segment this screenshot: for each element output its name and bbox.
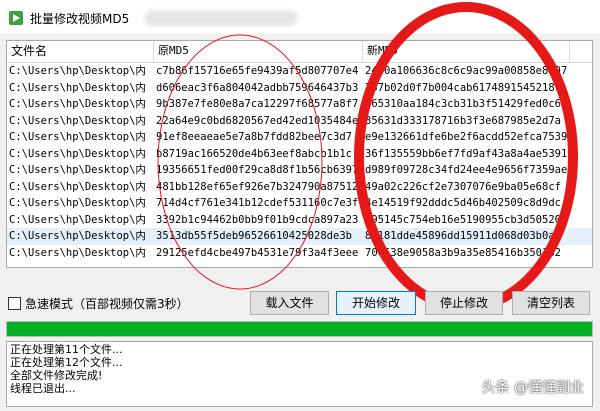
app-icon: [9, 11, 23, 25]
cell-filename: C:\Users\hp\Desktop\内: [9, 65, 146, 77]
clear-list-button[interactable]: 清空列表: [512, 291, 590, 315]
cell-extra: [570, 179, 592, 196]
cell-old-md5: 22a64e9c0bd6820567ed42ed1035484e: [156, 114, 359, 127]
table-row[interactable]: C:\Users\hp\Desktop\内 481bb128ef65ef926e7…: [7, 179, 592, 196]
cell-extra: [570, 96, 592, 113]
fast-mode-label: 急速模式（百部视频仅需3秒）: [25, 297, 189, 311]
cell-old-md5: 91ef8eeaeae5e7a8b7fdd82bee7c3d7: [156, 131, 352, 143]
cell-filename: C:\Users\hp\Desktop\内: [9, 81, 146, 94]
cell-new-md5: 36f135559bb6ef7fd9af43a8a4ae5391: [365, 147, 568, 160]
cell-old-md5: 29125efd4cbe497b4531e79f3a4f3eee: [156, 246, 359, 259]
cell-old-md5: c7b86f15716e65fe9439af5d807707e4: [156, 65, 359, 77]
title-bar: 批量修改视频MD5: [0, 0, 600, 34]
column-header-old-md5[interactable]: 原MD5: [154, 41, 363, 62]
cell-extra: [570, 195, 592, 212]
cell-new-md5: e9e132661dfe6be2f6acdd52efca7539: [365, 131, 568, 143]
window-title: 批量修改视频MD5: [30, 12, 130, 26]
table-row[interactable]: C:\Users\hp\Desktop\内 3392b1c94462b0bb9f0…: [7, 212, 592, 229]
table-row[interactable]: C:\Users\hp\Desktop\内 c7b86f15716e65fe943…: [7, 63, 592, 80]
stop-modify-button[interactable]: 停止修改: [425, 291, 503, 315]
cell-new-md5: 3e14519f92dddc5d46b402509c8d9dc: [365, 197, 561, 209]
table-row[interactable]: C:\Users\hp\Desktop\内 22a64e9c0bd6820567e…: [7, 113, 592, 130]
cell-extra: [570, 63, 592, 80]
cell-old-md5: 19356651fed00f29ca8d8f1b56cb6397: [156, 164, 359, 176]
cell-filename: C:\Users\hp\Desktop\内: [9, 114, 146, 127]
cell-filename: C:\Users\hp\Desktop\内: [9, 98, 146, 110]
cell-filename: C:\Users\hp\Desktop\内: [9, 164, 146, 176]
table-row[interactable]: C:\Users\hp\Desktop\内 714d4cf761e341b12cd…: [7, 195, 592, 212]
load-files-button[interactable]: 载入文件: [250, 291, 329, 315]
table-row[interactable]: C:\Users\hp\Desktop\内 b8719ac166520de4b63…: [7, 146, 592, 163]
cell-extra: [570, 146, 592, 163]
progress-fill: [7, 322, 592, 336]
cell-old-md5: 714d4cf761e341b12cdef531160c7e3f: [156, 197, 359, 209]
cell-filename: C:\Users\hp\Desktop\内: [9, 131, 146, 143]
log-line: 正在处理第12个文件...: [10, 356, 123, 369]
column-header-empty[interactable]: [570, 41, 592, 62]
log-output[interactable]: 正在处理第11个文件... 正在处理第12个文件... 全部文件修改完成! 线程已退出…: [6, 341, 593, 407]
cell-new-md5: 2420a106636c8c6c9ac99a00858e8b97: [365, 65, 568, 77]
table-row[interactable]: C:\Users\hp\Desktop\内 29125efd4cbe497b453…: [7, 245, 592, 262]
cell-extra: [570, 245, 592, 262]
table-row[interactable]: C:\Users\hp\Desktop\内 19356651fed00f29ca8…: [7, 162, 592, 179]
cell-filename: C:\Users\hp\Desktop\内: [9, 180, 146, 193]
cell-new-md5: 757b02d0f7b004cab61748915452187: [365, 81, 561, 94]
table-body: C:\Users\hp\Desktop\内 c7b86f15716e65fe943…: [7, 63, 592, 261]
cell-extra: [570, 212, 592, 229]
column-header-filename[interactable]: 文件名: [7, 41, 154, 62]
cell-filename: C:\Users\hp\Desktop\内: [9, 246, 146, 259]
cell-filename: C:\Users\hp\Desktop\内: [9, 197, 146, 209]
table-row[interactable]: C:\Users\hp\Desktop\内 91ef8eeaeae5e7a8b7f…: [7, 129, 592, 146]
cell-extra: [570, 228, 592, 245]
cell-old-md5: d606eac3f6a804042adbb759646437b3: [156, 81, 359, 94]
cell-new-md5: 35631d333178716b3f3e687985e2d7a: [365, 114, 561, 127]
cell-extra: [570, 113, 592, 130]
cell-old-md5: 3513db55f5deb96526610425028de3b: [156, 230, 352, 242]
cell-new-md5: 85181dde45896dd15911d068d03b0ab: [365, 230, 561, 242]
cell-new-md5: a95145c754eb16e5190955cb3d50520a: [365, 213, 568, 226]
cell-filename: C:\Users\hp\Desktop\内: [9, 147, 146, 160]
table-row[interactable]: C:\Users\hp\Desktop\内 9b387e7fe80e8a7ca12…: [7, 96, 592, 113]
start-modify-button[interactable]: 开始修改: [336, 291, 416, 315]
cell-extra: [570, 80, 592, 97]
cell-filename: C:\Users\hp\Desktop\内: [9, 230, 146, 242]
cell-old-md5: 481bb128ef65ef926e7b324790a87512: [156, 180, 359, 193]
cell-new-md5: d989f09728c34fd24ee4e9656f7359ae: [365, 164, 568, 176]
file-table[interactable]: 文件名 原MD5 新MD5 C:\Users\hp\Desktop\内 c7b86…: [6, 40, 593, 268]
table-row[interactable]: C:\Users\hp\Desktop\内 3513db55f5deb965266…: [7, 228, 592, 245]
cell-new-md5: 704538e9058a3b9a35e85416b350182: [365, 246, 561, 259]
table-header: 文件名 原MD5 新MD5: [7, 41, 592, 63]
progress-bar: [6, 321, 593, 337]
cell-old-md5: b8719ac166520de4b63eef8abcb1b1c: [156, 147, 352, 160]
fast-mode-checkbox[interactable]: [8, 297, 21, 310]
redacted-title-area: [144, 10, 298, 26]
column-header-new-md5[interactable]: 新MD5: [363, 41, 570, 62]
watermark: 头条 @懂懂副业: [481, 380, 584, 396]
cell-old-md5: 3392b1c94462b0bb9f01b9cdca897a23: [156, 213, 359, 226]
cell-extra: [570, 162, 592, 179]
log-line: 正在处理第11个文件...: [10, 343, 123, 356]
cell-old-md5: 9b387e7fe80e8a7ca12297f68577a8f7: [156, 98, 359, 110]
cell-extra: [570, 129, 592, 146]
cell-filename: C:\Users\hp\Desktop\内: [9, 213, 146, 226]
table-row[interactable]: C:\Users\hp\Desktop\内 d606eac3f6a804042ad…: [7, 80, 592, 97]
cell-new-md5: 49a02c226cf2e7307076e9ba05e68cf: [365, 180, 561, 193]
cell-new-md5: e65310aa184c3cb31b3f51429fed0c60: [365, 98, 568, 110]
